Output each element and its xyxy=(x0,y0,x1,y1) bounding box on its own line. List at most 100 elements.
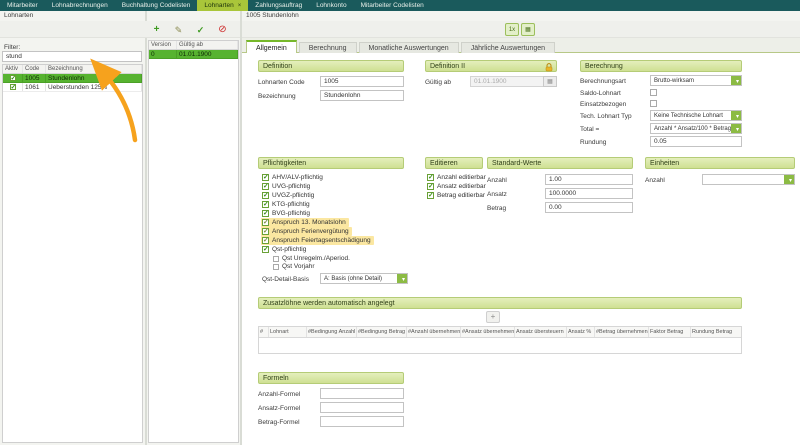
saldo-lohnart-checkbox[interactable] xyxy=(650,89,657,96)
zcol-ansatz-uebernehmen[interactable]: #Ansatz übernehmen xyxy=(461,327,515,337)
section-berechnung: Berechnung xyxy=(580,60,742,72)
anzahl-formel-field[interactable] xyxy=(320,388,404,399)
menu-item-zahlungsauftrag[interactable]: Zahlungsauftrag xyxy=(248,0,309,11)
app-window: Mitarbeiter Lohnabrechnungen Buchhaltung… xyxy=(0,0,800,445)
checkbox[interactable] xyxy=(262,201,269,208)
checkbox[interactable] xyxy=(262,228,269,235)
zcol-bedingung-anzahl[interactable]: #Bedingung Anzahl xyxy=(307,327,357,337)
menu-item-lohnkonto[interactable]: Lohnkonto xyxy=(309,0,353,11)
pflicht-item-highlighted[interactable]: Anspruch 13. Monatslohn xyxy=(261,218,349,227)
bezeichnung-field[interactable] xyxy=(320,90,404,101)
checkbox[interactable] xyxy=(262,192,269,199)
editieren-item[interactable]: Ansatz editierbar xyxy=(427,182,486,191)
add-button[interactable]: + xyxy=(149,23,164,37)
zcol-ansatz-uebersteuern[interactable]: Ansatz übersteuern xyxy=(515,327,567,337)
table-row[interactable]: 0 01.01.1900 xyxy=(149,50,238,59)
checkbox[interactable] xyxy=(427,183,434,190)
menu-item-mitarbeiter[interactable]: Mitarbeiter xyxy=(0,0,45,11)
grid-header-row: Aktiv Code Bezeichnung xyxy=(3,65,142,74)
scale-button[interactable]: 1x xyxy=(505,23,519,36)
einheit-anzahl-label: Anzahl xyxy=(645,177,665,184)
cell-aktiv xyxy=(3,83,23,91)
total-label: Total = xyxy=(580,126,599,133)
zcol-lohnart[interactable]: Lohnart xyxy=(269,327,307,337)
section-editieren: Editieren xyxy=(425,157,483,169)
col-version[interactable]: Version xyxy=(149,41,177,49)
qst-detail-basis-select[interactable]: A: Basis (ohne Detail) xyxy=(320,273,408,284)
berechnungsart-label: Berechnungsart xyxy=(580,78,626,85)
cell-version: 0 xyxy=(149,50,177,58)
checkbox[interactable] xyxy=(262,174,269,181)
checkbox[interactable] xyxy=(262,246,269,253)
zusatz-empty-body xyxy=(259,338,741,353)
checkbox[interactable] xyxy=(262,237,269,244)
detail-tabs: Allgemein Berechnung Monatliche Auswertu… xyxy=(246,40,555,54)
tech-lohnart-typ-select[interactable]: Keine Technische Lohnart xyxy=(650,110,742,121)
grid-view-button[interactable]: ▦ xyxy=(521,23,535,36)
pflicht-item-highlighted[interactable]: Anspruch Ferienvergütung xyxy=(261,227,352,236)
checkbox[interactable] xyxy=(273,264,279,270)
date-picker-button[interactable]: ▦ xyxy=(543,76,557,87)
einheit-anzahl-select[interactable] xyxy=(702,174,795,185)
pflicht-item[interactable]: UVGZ-pflichtig xyxy=(262,191,314,200)
betrag-field[interactable] xyxy=(545,202,633,213)
cell-aktiv xyxy=(3,74,23,82)
close-tab-icon[interactable]: × xyxy=(238,3,242,9)
zcol-bedingung-betrag[interactable]: #Bedingung Betrag xyxy=(357,327,407,337)
editieren-item[interactable]: Betrag editierbar xyxy=(427,191,485,200)
anzahl-field[interactable] xyxy=(545,174,633,185)
ansatz-field[interactable] xyxy=(545,188,633,199)
aktiv-checkbox[interactable] xyxy=(10,75,16,81)
add-zusatzlohn-button[interactable]: + xyxy=(486,311,500,323)
pflicht-item[interactable]: UVG-pflichtig xyxy=(262,182,310,191)
zcol-ansatz-prozent[interactable]: Ansatz % xyxy=(567,327,595,337)
zusatz-header-row: # Lohnart #Bedingung Anzahl #Bedingung B… xyxy=(259,327,741,338)
pflicht-item[interactable]: AHV/ALV-pflichtig xyxy=(262,173,323,182)
col-code[interactable]: Code xyxy=(23,65,46,73)
pflicht-item-sub[interactable]: Qst Vorjahr xyxy=(273,262,315,271)
section-zusatzloehne: Zusatzlöhne werden automatisch angelegt xyxy=(258,297,742,309)
berechnungsart-select[interactable]: Brutto-wirksam xyxy=(650,75,742,86)
confirm-button[interactable]: ✓ xyxy=(193,23,208,37)
cell-bezeichnung: Ueberstunden 125% xyxy=(46,83,142,91)
rundung-field[interactable] xyxy=(650,136,742,147)
aktiv-checkbox[interactable] xyxy=(10,84,16,90)
betrag-formel-field[interactable] xyxy=(320,416,404,427)
checkbox[interactable] xyxy=(427,192,434,199)
table-row[interactable]: 1061 Ueberstunden 125% xyxy=(3,83,142,92)
pflicht-item[interactable]: Qst-pflichtig xyxy=(262,245,306,254)
rundung-label: Rundung xyxy=(580,139,606,146)
version-grid: Version Gültig ab 0 01.01.1900 xyxy=(148,40,239,443)
menu-item-buchhaltung-codelisten[interactable]: Buchhaltung Codelisten xyxy=(115,0,198,11)
zcol-nr[interactable]: # xyxy=(259,327,269,337)
col-gueltig-ab[interactable]: Gültig ab xyxy=(177,41,238,49)
col-aktiv[interactable]: Aktiv xyxy=(3,65,23,73)
zcol-anzahl-uebernehmen[interactable]: #Anzahl übernehmen xyxy=(407,327,461,337)
lohnarten-code-field[interactable] xyxy=(320,76,404,87)
zcol-betrag-uebernehmen[interactable]: #Betrag übernehmen xyxy=(595,327,649,337)
pflicht-item-highlighted[interactable]: Anspruch Feiertagsentschädigung xyxy=(261,236,374,245)
cancel-button[interactable]: ⊘ xyxy=(215,23,230,37)
checkbox[interactable] xyxy=(427,174,434,181)
filter-input[interactable] xyxy=(2,51,142,62)
zcol-rundung-betrag[interactable]: Rundung Betrag xyxy=(691,327,741,337)
section-einheiten: Einheiten xyxy=(645,157,795,169)
menu-item-mitarbeiter-codelisten[interactable]: Mitarbeiter Codelisten xyxy=(354,0,431,11)
einsatzbezogen-checkbox[interactable] xyxy=(650,100,657,107)
edit-button[interactable]: ✎ xyxy=(171,23,186,37)
total-formula-select[interactable]: Anzahl * Ansatz/100 * Betrag xyxy=(650,123,742,134)
checkbox[interactable] xyxy=(262,183,269,190)
menu-item-lohnarten[interactable]: Lohnarten × xyxy=(197,0,248,11)
pflicht-item[interactable]: BVG-pflichtig xyxy=(262,209,310,218)
ansatz-formel-field[interactable] xyxy=(320,402,404,413)
detail-panel-title: 1005 Stundenlohn xyxy=(246,12,299,19)
col-bezeichnung[interactable]: Bezeichnung xyxy=(46,65,142,73)
pflicht-item[interactable]: KTG-pflichtig xyxy=(262,200,310,209)
editieren-item[interactable]: Anzahl editierbar xyxy=(427,173,486,182)
checkbox[interactable] xyxy=(273,256,279,262)
zcol-faktor-betrag[interactable]: Faktor Betrag xyxy=(649,327,691,337)
menu-item-lohnabrechnungen[interactable]: Lohnabrechnungen xyxy=(45,0,115,11)
checkbox[interactable] xyxy=(262,210,269,217)
checkbox[interactable] xyxy=(262,219,269,226)
table-row[interactable]: 1005 Stundenlohn xyxy=(3,74,142,83)
